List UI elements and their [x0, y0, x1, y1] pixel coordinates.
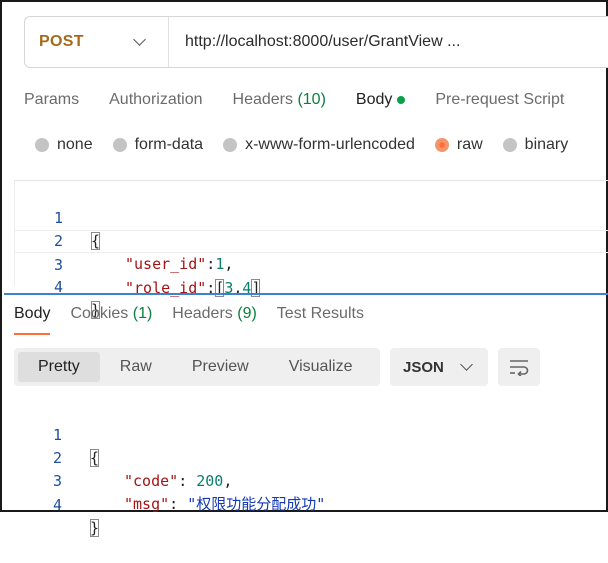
request-tabs: Params Authorization Headers (10) Body P… — [24, 88, 594, 112]
radio-circle-icon — [35, 138, 49, 152]
tab-label: Params — [24, 91, 80, 108]
view-pretty[interactable]: Pretty — [18, 352, 100, 382]
wrap-lines-button[interactable] — [498, 348, 540, 386]
code-text: "role_id":[3,4] — [125, 279, 261, 297]
headers-count: (9) — [237, 305, 257, 322]
postman-window: POST http://localhost:8000/user/GrantVie… — [0, 0, 608, 537]
brace: } — [90, 519, 100, 537]
json-string: "权限功能分配成功" — [187, 495, 326, 513]
tab-label: Authorization — [109, 91, 203, 108]
format-label: JSON — [403, 358, 444, 376]
body-type-radios: none form-data x-www-form-urlencoded raw… — [35, 136, 588, 154]
tab-authorization[interactable]: Authorization — [109, 88, 202, 112]
wrap-lines-icon — [510, 360, 529, 376]
view-visualize[interactable]: Visualize — [269, 352, 373, 382]
view-raw[interactable]: Raw — [100, 352, 172, 382]
line-number: 4 — [53, 278, 63, 296]
radio-binary[interactable]: binary — [502, 136, 569, 154]
line-number: 4 — [52, 496, 62, 514]
tab-label: Headers — [172, 305, 233, 322]
tab-label: Test Results — [276, 305, 364, 322]
radio-label: x-www-form-urlencoded — [245, 136, 415, 153]
tab-label: Body — [14, 305, 51, 322]
method-label: POST — [39, 33, 84, 50]
radio-selected-icon — [434, 138, 449, 152]
radio-raw[interactable]: raw — [434, 136, 483, 154]
tab-params[interactable]: Params — [24, 88, 79, 112]
pane-splitter[interactable] — [4, 293, 608, 295]
response-tabs: Body Cookies (1) Headers (9) Test Result… — [14, 305, 384, 335]
tab-label: Cookies — [70, 305, 129, 322]
view-mode-control: Pretty Raw Preview Visualize — [14, 348, 380, 386]
chevron-down-icon — [133, 33, 146, 46]
code-line: 3 "msg": "权限功能分配成功" — [14, 447, 608, 513]
tab-test-results[interactable]: Test Results — [277, 305, 364, 335]
radio-label: raw — [456, 136, 483, 153]
code-line: 4 } — [15, 253, 608, 319]
code-line: 4 } — [14, 471, 608, 537]
code-line: 2 "user_id":1, — [15, 207, 608, 273]
response-body-viewer[interactable]: 1 { 2 "code": 200, 3 "msg": "权限功能分配成功" 4… — [14, 400, 608, 537]
tab-headers[interactable]: Headers (10) — [233, 88, 326, 112]
radio-circle-icon — [112, 138, 127, 152]
tab-pre-request-script[interactable]: Pre-request Script — [435, 88, 564, 112]
tab-cookies[interactable]: Cookies (1) — [70, 305, 152, 335]
format-select[interactable]: JSON — [390, 348, 488, 386]
tab-response-headers[interactable]: Headers (9) — [172, 305, 257, 335]
url-bar: POST http://localhost:8000/user/GrantVie… — [24, 16, 608, 68]
tab-response-body[interactable]: Body — [14, 305, 51, 335]
radio-circle-icon — [223, 138, 238, 152]
radio-label: form-data — [134, 136, 204, 153]
code-line-current: 3 "role_id":[3,4] — [15, 230, 608, 297]
view-preview[interactable]: Preview — [172, 352, 269, 382]
code-text: "msg": "权限功能分配成功" — [124, 495, 326, 513]
method-select[interactable]: POST — [25, 17, 169, 67]
code-line: 1 { — [14, 401, 608, 467]
radio-form-data[interactable]: form-data — [112, 136, 204, 154]
radio-label: none — [57, 136, 93, 153]
code-line: 2 "code": 200, — [14, 424, 608, 490]
tab-label: Body — [355, 91, 393, 108]
chevron-down-icon — [459, 358, 473, 371]
url-input[interactable]: http://localhost:8000/user/GrantView ... — [169, 33, 460, 51]
json-key: "msg" — [124, 495, 170, 513]
radio-x-www-form-urlencoded[interactable]: x-www-form-urlencoded — [223, 136, 415, 154]
request-body-editor[interactable]: 1 { 2 "user_id":1, 3 "role_id":[3,4] 4 } — [14, 180, 608, 319]
tab-label: Pre-request Script — [435, 91, 565, 108]
modified-dot-icon — [397, 96, 406, 104]
radio-circle-icon — [502, 138, 517, 152]
code-text: } — [90, 517, 100, 540]
radio-label: binary — [524, 136, 569, 153]
radio-none[interactable]: none — [35, 136, 93, 154]
headers-count: (10) — [297, 91, 326, 108]
code-line: 1 { — [15, 184, 608, 250]
tab-body[interactable]: Body — [355, 88, 406, 112]
tab-label: Headers — [232, 91, 293, 108]
cookies-count: (1) — [132, 305, 153, 322]
